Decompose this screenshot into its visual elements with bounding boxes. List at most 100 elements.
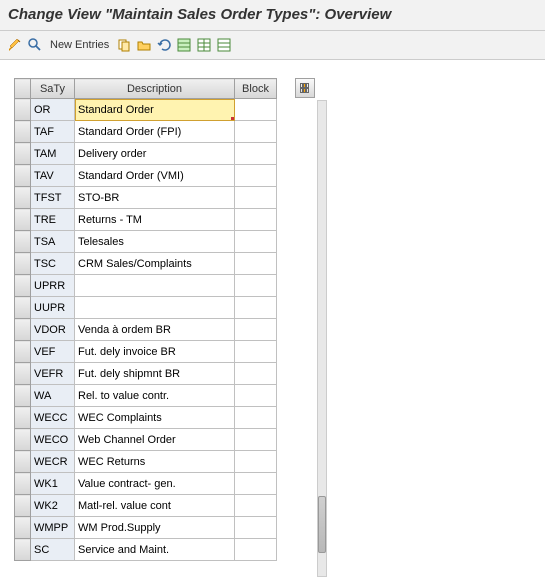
cell-saty[interactable]: VEFR	[31, 363, 75, 385]
cell-saty[interactable]: TRE	[31, 209, 75, 231]
col-header-block[interactable]: Block	[235, 79, 277, 99]
cell-block[interactable]	[235, 385, 277, 407]
cell-saty[interactable]: VEF	[31, 341, 75, 363]
cell-block[interactable]	[235, 363, 277, 385]
row-selector[interactable]	[15, 363, 31, 385]
cell-saty[interactable]: TFST	[31, 187, 75, 209]
table-row[interactable]: WECRWEC Returns	[15, 451, 277, 473]
row-selector[interactable]	[15, 341, 31, 363]
cell-description[interactable]: Fut. dely shipmnt BR	[75, 363, 235, 385]
cell-description[interactable]: Returns - TM	[75, 209, 235, 231]
cell-block[interactable]	[235, 319, 277, 341]
cell-saty[interactable]: TAM	[31, 143, 75, 165]
row-selector[interactable]	[15, 253, 31, 275]
table-row[interactable]: VEFFut. dely invoice BR	[15, 341, 277, 363]
table-row[interactable]: UPRR	[15, 275, 277, 297]
cell-block[interactable]	[235, 253, 277, 275]
table-row[interactable]: TSATelesales	[15, 231, 277, 253]
cell-block[interactable]	[235, 143, 277, 165]
row-selector[interactable]	[15, 143, 31, 165]
cell-description[interactable]: Standard Order (FPI)	[75, 121, 235, 143]
cell-description[interactable]: Standard Order	[75, 99, 235, 121]
select-all-icon[interactable]	[175, 36, 193, 54]
cell-description[interactable]: Telesales	[75, 231, 235, 253]
table-icon[interactable]	[195, 36, 213, 54]
cell-saty[interactable]: TSC	[31, 253, 75, 275]
table-row[interactable]: WARel. to value contr.	[15, 385, 277, 407]
row-selector[interactable]	[15, 297, 31, 319]
cell-block[interactable]	[235, 429, 277, 451]
cell-description[interactable]: Value contract- gen.	[75, 473, 235, 495]
row-selector[interactable]	[15, 385, 31, 407]
cell-block[interactable]	[235, 99, 277, 121]
table-settings-button[interactable]	[295, 78, 315, 98]
cell-saty[interactable]: OR	[31, 99, 75, 121]
toggle-icon[interactable]	[6, 36, 24, 54]
scrollbar-thumb[interactable]	[318, 496, 326, 553]
cell-block[interactable]	[235, 495, 277, 517]
table-row[interactable]: WK1Value contract- gen.	[15, 473, 277, 495]
cell-saty[interactable]: WA	[31, 385, 75, 407]
cell-description[interactable]: CRM Sales/Complaints	[75, 253, 235, 275]
cell-saty[interactable]: WECR	[31, 451, 75, 473]
cell-block[interactable]	[235, 451, 277, 473]
vertical-scrollbar[interactable]	[317, 100, 327, 577]
cell-block[interactable]	[235, 517, 277, 539]
row-selector[interactable]	[15, 539, 31, 561]
folder-icon[interactable]	[135, 36, 153, 54]
cell-saty[interactable]: WMPP	[31, 517, 75, 539]
table-row[interactable]: TFSTSTO-BR	[15, 187, 277, 209]
row-selector[interactable]	[15, 121, 31, 143]
table-row[interactable]: TAVStandard Order (VMI)	[15, 165, 277, 187]
copy-icon[interactable]	[115, 36, 133, 54]
table-row[interactable]: WMPPWM Prod.Supply	[15, 517, 277, 539]
deselect-all-icon[interactable]	[215, 36, 233, 54]
cell-block[interactable]	[235, 209, 277, 231]
row-selector[interactable]	[15, 495, 31, 517]
row-selector[interactable]	[15, 209, 31, 231]
cell-saty[interactable]: WK1	[31, 473, 75, 495]
col-header-saty[interactable]: SaTy	[31, 79, 75, 99]
cell-block[interactable]	[235, 297, 277, 319]
cell-description[interactable]	[75, 275, 235, 297]
row-selector[interactable]	[15, 451, 31, 473]
cell-description[interactable]: WM Prod.Supply	[75, 517, 235, 539]
cell-saty[interactable]: SC	[31, 539, 75, 561]
cell-block[interactable]	[235, 121, 277, 143]
table-row[interactable]: TSCCRM Sales/Complaints	[15, 253, 277, 275]
cell-description[interactable]: Rel. to value contr.	[75, 385, 235, 407]
cell-saty[interactable]: WK2	[31, 495, 75, 517]
find-icon[interactable]	[26, 36, 44, 54]
cell-description[interactable]: Service and Maint.	[75, 539, 235, 561]
row-selector[interactable]	[15, 231, 31, 253]
table-row[interactable]: TAMDelivery order	[15, 143, 277, 165]
table-row[interactable]: VEFRFut. dely shipmnt BR	[15, 363, 277, 385]
cell-description[interactable]: Matl-rel. value cont	[75, 495, 235, 517]
cell-saty[interactable]: UPRR	[31, 275, 75, 297]
col-header-select[interactable]	[15, 79, 31, 99]
cell-block[interactable]	[235, 187, 277, 209]
cell-block[interactable]	[235, 341, 277, 363]
cell-description[interactable]	[75, 297, 235, 319]
cell-block[interactable]	[235, 539, 277, 561]
table-row[interactable]: VDORVenda à ordem BR	[15, 319, 277, 341]
table-row[interactable]: TAFStandard Order (FPI)	[15, 121, 277, 143]
cell-saty[interactable]: VDOR	[31, 319, 75, 341]
table-row[interactable]: WECCWEC Complaints	[15, 407, 277, 429]
col-header-description[interactable]: Description	[75, 79, 235, 99]
cell-saty[interactable]: UUPR	[31, 297, 75, 319]
cell-description[interactable]: Delivery order	[75, 143, 235, 165]
cell-block[interactable]	[235, 473, 277, 495]
cell-block[interactable]	[235, 275, 277, 297]
cell-block[interactable]	[235, 407, 277, 429]
cell-description[interactable]: Venda à ordem BR	[75, 319, 235, 341]
new-entries-button[interactable]: New Entries	[46, 39, 113, 51]
row-selector[interactable]	[15, 517, 31, 539]
table-row[interactable]: WECOWeb Channel Order	[15, 429, 277, 451]
undo-icon[interactable]	[155, 36, 173, 54]
table-row[interactable]: ORStandard Order	[15, 99, 277, 121]
cell-saty[interactable]: WECO	[31, 429, 75, 451]
table-row[interactable]: UUPR	[15, 297, 277, 319]
cell-description[interactable]: WEC Complaints	[75, 407, 235, 429]
row-selector[interactable]	[15, 275, 31, 297]
